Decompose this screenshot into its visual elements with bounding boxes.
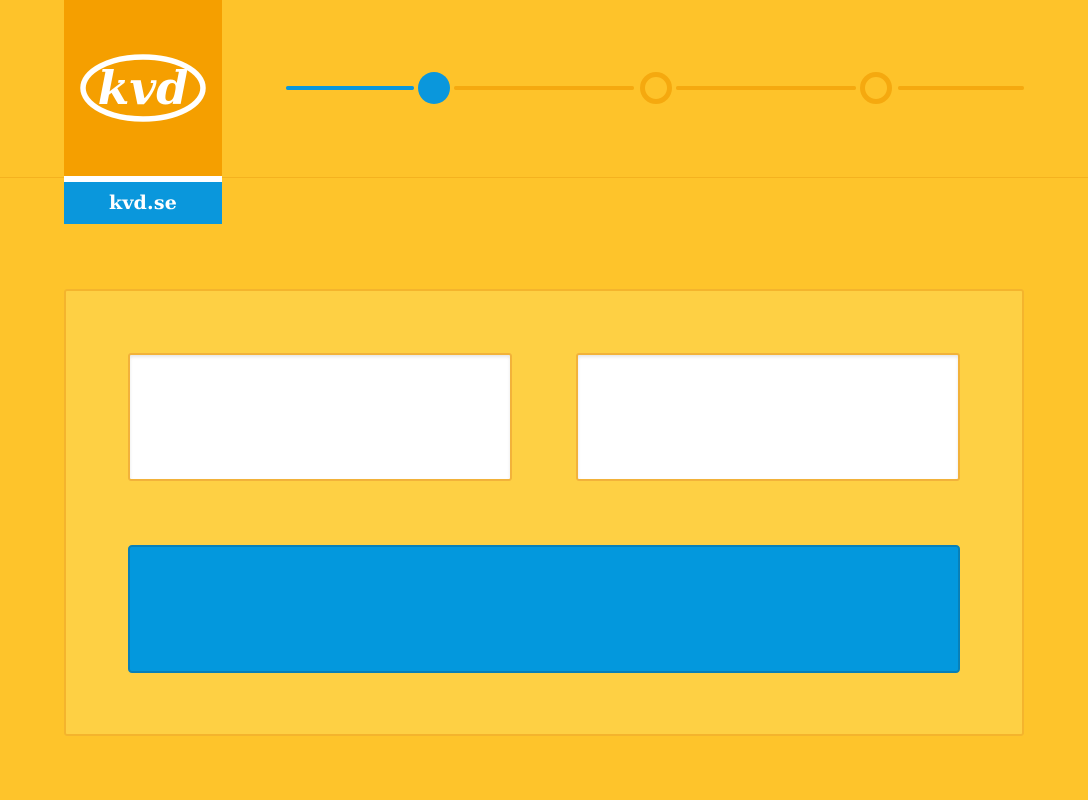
logo-text: kvd [98,61,189,115]
progress-line [898,86,1024,90]
kvd-logo-mark: kvd [80,54,206,122]
kvd-logo[interactable]: kvd [64,0,222,176]
form-card [64,289,1024,736]
progress-line-completed [286,86,414,90]
progress-line [454,86,634,90]
step-3-indicator [860,72,892,104]
first-input-field[interactable] [128,353,512,481]
step-2-indicator [640,72,672,104]
submit-button[interactable] [128,545,960,673]
second-input-field[interactable] [576,353,960,481]
progress-stepper [286,72,1024,104]
step-1-indicator [418,72,450,104]
site-link[interactable]: kvd.se [64,182,222,224]
progress-line [676,86,856,90]
